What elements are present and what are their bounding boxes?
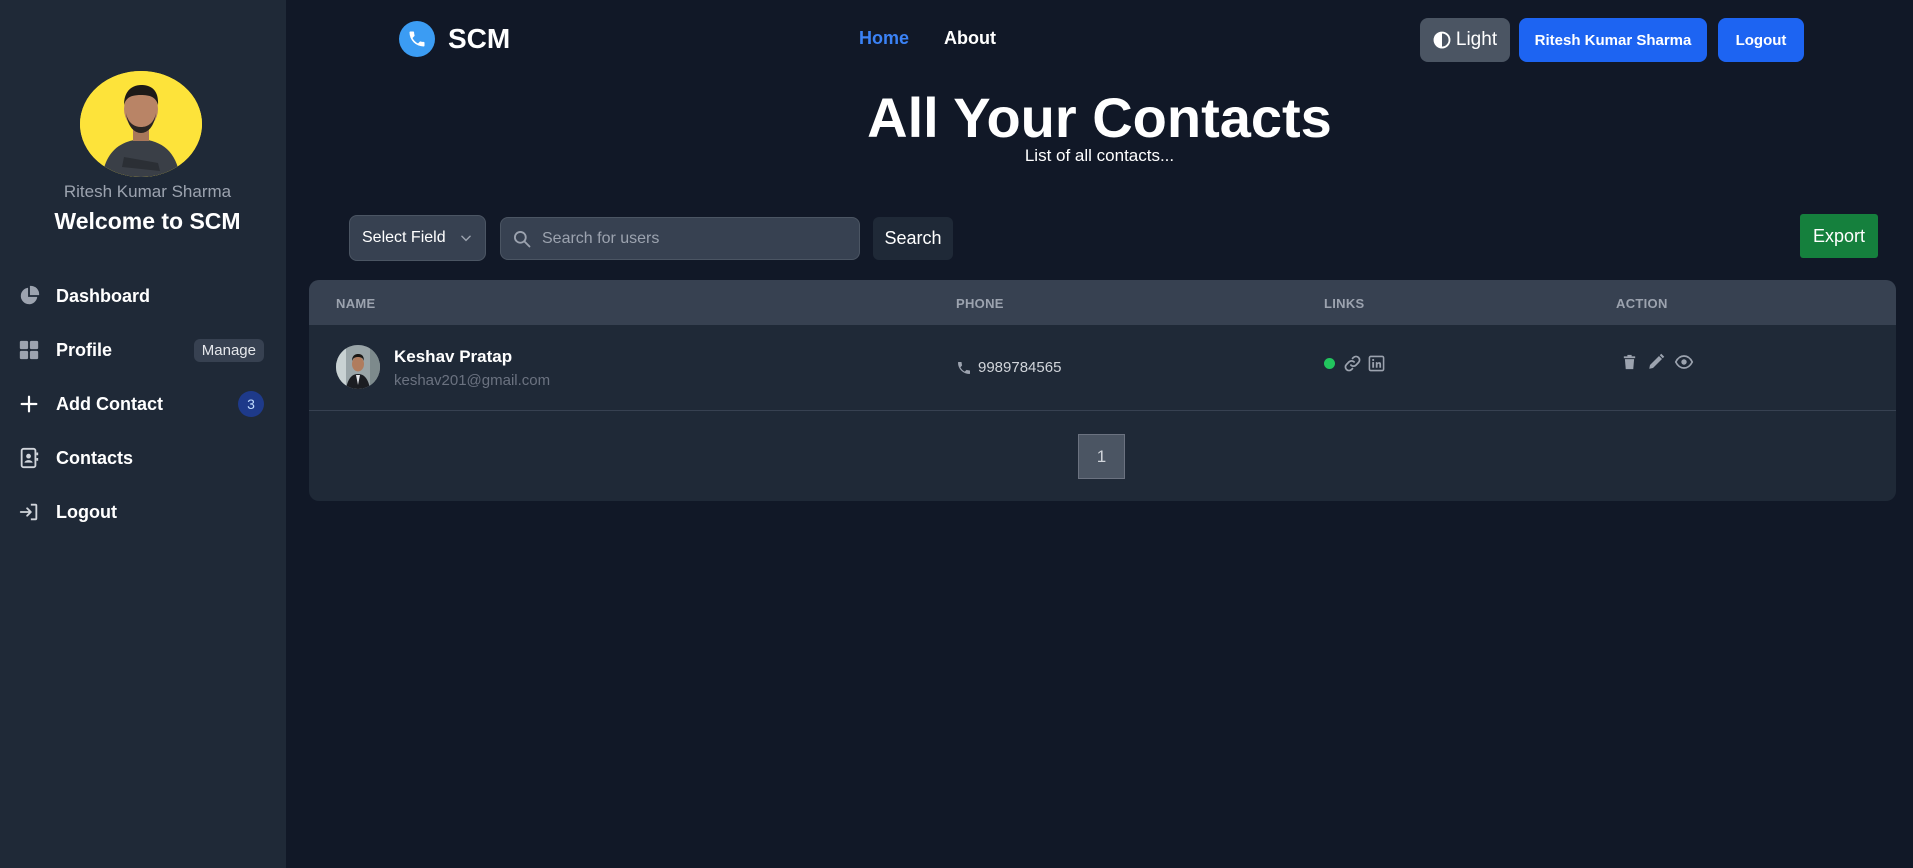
delete-icon[interactable] (1621, 353, 1638, 371)
pagination-page-1[interactable]: 1 (1078, 434, 1125, 479)
user-profile-button[interactable]: Ritesh Kumar Sharma (1519, 18, 1707, 62)
column-header-links: LINKS (1324, 296, 1365, 311)
edit-pencil-icon[interactable] (1647, 353, 1665, 371)
table-row: Keshav Pratap keshav201@gmail.com 998978… (309, 325, 1896, 411)
nav-link-about[interactable]: About (944, 28, 996, 49)
sidebar-item-contacts[interactable]: Contacts (18, 438, 264, 478)
count-badge: 3 (238, 391, 264, 417)
sidebar-item-logout[interactable]: Logout (18, 492, 264, 532)
contact-name: Keshav Pratap (394, 347, 513, 366)
search-icon (514, 230, 531, 247)
contact-email: keshav201@gmail.com (394, 372, 551, 389)
plus-icon (18, 393, 46, 415)
logout-button[interactable]: Logout (1718, 18, 1804, 62)
pie-chart-icon (18, 285, 46, 307)
select-field-value: Select Field (362, 229, 446, 246)
contact-phone: 9989784565 (956, 359, 1061, 376)
brand-name: SCM (448, 23, 511, 54)
sidebar-item-profile[interactable]: Profile Manage (18, 330, 264, 370)
link-icon[interactable] (1343, 354, 1362, 373)
phone-icon (958, 361, 970, 374)
contact-phone-number: 9989784565 (978, 359, 1062, 376)
favorite-status-dot (1324, 358, 1335, 369)
contact-book-icon (18, 447, 46, 469)
theme-toggle-button[interactable]: Light (1420, 18, 1510, 62)
search-button[interactable]: Search (873, 217, 953, 260)
search-box (500, 217, 860, 260)
sidebar-welcome-heading: Welcome to SCM (54, 208, 241, 234)
chevron-down-icon (461, 235, 471, 242)
contacts-table: NAME PHONE LINKS ACTION Keshav Pratap ke… (309, 280, 1896, 501)
search-input[interactable] (542, 229, 832, 248)
sidebar-item-label: Logout (56, 501, 117, 522)
column-header-phone: PHONE (956, 296, 1004, 311)
nav-link-home[interactable]: Home (859, 28, 909, 49)
sidebar: Ritesh Kumar Sharma Welcome to SCM Dashb… (0, 0, 286, 868)
contact-links (1324, 354, 1391, 373)
manage-badge: Manage (193, 338, 264, 362)
table-header: NAME PHONE LINKS ACTION (309, 280, 1896, 325)
theme-toggle-label: Light (1455, 29, 1498, 50)
contrast-icon (1433, 31, 1451, 49)
sidebar-username: Ritesh Kumar Sharma (63, 182, 232, 201)
sidebar-item-label: Contacts (56, 447, 134, 468)
view-eye-icon[interactable] (1674, 353, 1694, 371)
sidebar-item-label: Dashboard (56, 285, 151, 306)
page-title: All Your Contacts (867, 86, 1332, 149)
search-field-select[interactable]: Select Field (349, 215, 486, 261)
column-header-name: NAME (336, 296, 376, 311)
export-button[interactable]: Export (1800, 214, 1878, 258)
contact-actions (1621, 353, 1703, 371)
grid-icon (18, 339, 46, 361)
brand-logo-link[interactable]: SCM (399, 21, 510, 57)
contact-avatar (336, 345, 380, 389)
phone-logo-icon (399, 21, 435, 57)
sidebar-item-label: Add Contact (56, 393, 163, 414)
linkedin-icon[interactable] (1368, 355, 1385, 372)
profile-avatar (80, 71, 202, 177)
sidebar-item-label: Profile (56, 339, 113, 360)
logout-icon (18, 501, 46, 523)
sidebar-item-dashboard[interactable]: Dashboard (18, 276, 264, 316)
column-header-action: ACTION (1616, 296, 1668, 311)
sidebar-item-add-contact[interactable]: Add Contact 3 (18, 384, 264, 424)
page-subtitle: List of all contacts... (1024, 146, 1175, 165)
